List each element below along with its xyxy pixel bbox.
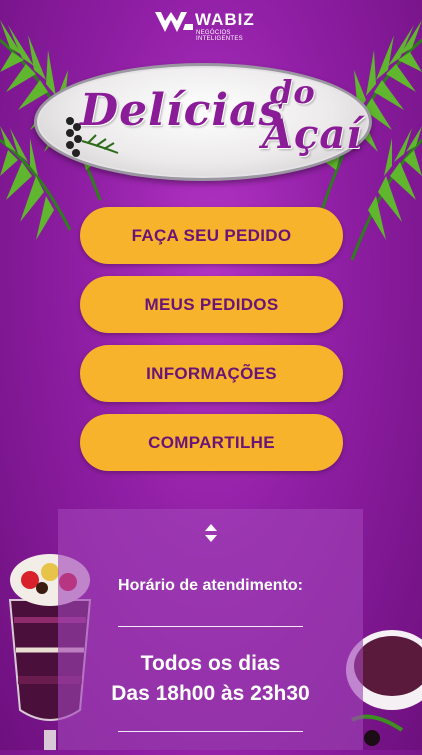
hours-days: Todos os dias: [140, 652, 281, 675]
my-orders-button[interactable]: MEUS PEDIDOS: [80, 276, 343, 333]
divider: [118, 731, 303, 732]
store-logo: Delícias do Açaí: [30, 55, 372, 185]
brand-name: WABIZ: [195, 10, 255, 29]
hours-label: Horário de atendimento:: [118, 577, 303, 594]
divider: [118, 626, 303, 627]
wabiz-brand: WABIZ NEGÓCIOS INTELIGENTES: [155, 8, 275, 42]
acai-berry-icon: [62, 113, 122, 166]
information-button[interactable]: INFORMAÇÕES: [80, 345, 343, 402]
hours-time: Das 18h00 às 23h30: [111, 682, 310, 705]
wabiz-logo-icon: [155, 12, 193, 37]
logo-word-do: do: [270, 73, 316, 111]
order-button[interactable]: FAÇA SEU PEDIDO: [80, 207, 343, 264]
hours-panel: [58, 509, 363, 750]
share-button[interactable]: COMPARTILHE: [80, 414, 343, 471]
brand-tagline: NEGÓCIOS INTELIGENTES: [196, 30, 243, 42]
up-down-arrows-icon[interactable]: [203, 522, 219, 544]
logo-word-acai: Açaí: [262, 111, 363, 158]
